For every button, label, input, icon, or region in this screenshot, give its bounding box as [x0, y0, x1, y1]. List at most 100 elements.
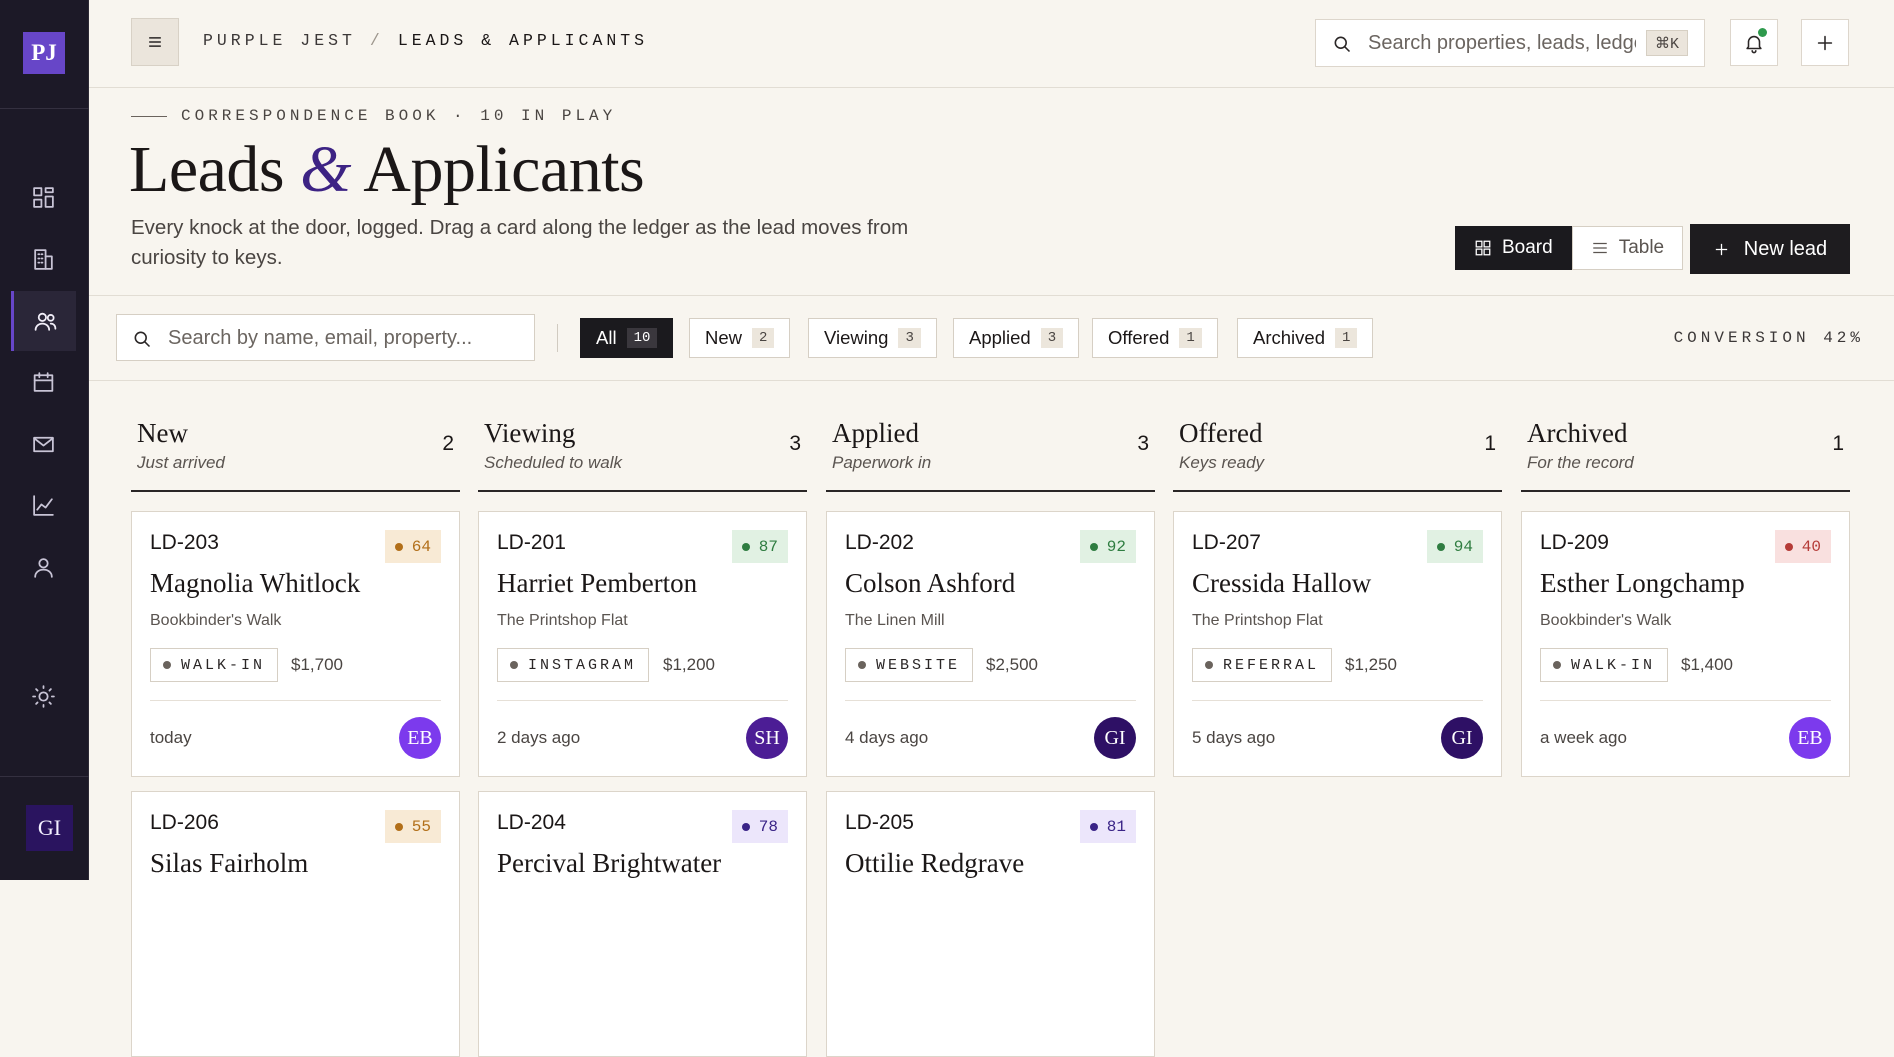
search-icon	[1334, 36, 1351, 53]
sidebar-item-leads[interactable]	[11, 291, 76, 351]
menu-button[interactable]	[131, 18, 179, 66]
lead-card[interactable]: LD-206 55 Silas Fairholm	[131, 791, 460, 1057]
sidebar-item-reports[interactable]	[11, 475, 76, 535]
grid-icon	[1475, 240, 1491, 256]
source-dot	[858, 661, 866, 669]
score-dot	[1089, 822, 1098, 831]
notifications-button[interactable]	[1730, 19, 1778, 66]
column-header: Offered Keys ready 1	[1173, 415, 1502, 492]
sidebar-item-profile[interactable]	[11, 537, 76, 597]
add-button[interactable]	[1801, 19, 1849, 66]
conversion-rate: CONVERSION 42%	[1673, 329, 1864, 347]
chip-count: 2	[752, 328, 775, 348]
sidebar-divider	[0, 108, 89, 109]
breadcrumb-org[interactable]: PURPLE JEST	[203, 31, 356, 50]
assignee-avatar[interactable]: SH	[746, 717, 788, 759]
lead-card[interactable]: LD-209 40 Esther Longchamp Bookbinder's …	[1521, 511, 1850, 777]
notification-dot	[1758, 28, 1767, 37]
eyebrow-text: CORRESPONDENCE BOOK · 10 IN PLAY	[181, 107, 617, 125]
dashboard-icon	[33, 186, 54, 208]
lead-score-badge: 78	[731, 810, 788, 843]
user-icon	[34, 557, 53, 578]
lead-search-placeholder: Search by name, email, property...	[168, 327, 473, 349]
score-value: 92	[1106, 537, 1126, 556]
column-subtitle: Just arrived	[137, 453, 225, 472]
sidebar-item-dashboard[interactable]	[11, 167, 76, 227]
column-subtitle: Scheduled to walk	[484, 453, 622, 472]
lead-score-badge: 94	[1426, 530, 1483, 563]
chip-label: Archived	[1253, 327, 1325, 348]
global-search[interactable]: Search properties, leads, ledgers ⌘K	[1315, 19, 1705, 67]
title-part-1: Leads	[129, 133, 285, 206]
lead-id: LD-205	[845, 811, 914, 834]
user-avatar[interactable]: GI	[26, 805, 73, 851]
new-lead-button[interactable]: New lead	[1690, 224, 1850, 274]
card-divider	[497, 700, 788, 701]
table-view-button[interactable]: Table	[1571, 226, 1684, 270]
score-value: 55	[411, 817, 431, 836]
view-toggle: Board Table	[1455, 226, 1684, 270]
column-title: Applied	[832, 418, 919, 448]
assignee-avatar[interactable]: EB	[399, 717, 441, 759]
lead-property: The Linen Mill	[845, 612, 945, 629]
lead-id: LD-203	[150, 531, 219, 554]
filter-chip-all[interactable]: All 10	[580, 318, 674, 358]
lead-id: LD-204	[497, 811, 566, 834]
eyebrow-rule	[131, 115, 167, 117]
source-label: REFERRAL	[1223, 656, 1320, 674]
lead-score-badge: 64	[384, 530, 441, 563]
column-count: 1	[1484, 432, 1496, 455]
lead-score-badge: 40	[1774, 530, 1831, 563]
lead-card[interactable]: LD-204 78 Percival Brightwater	[478, 791, 807, 1057]
sidebar-item-mail[interactable]	[11, 414, 76, 474]
lead-search-input[interactable]: Search by name, email, property...	[116, 314, 535, 361]
lead-card[interactable]: LD-201 87 Harriet Pemberton The Printsho…	[478, 511, 807, 777]
lead-price: $1,250	[1345, 655, 1397, 674]
lead-name: Harriet Pemberton	[497, 568, 698, 598]
board-view-label: Board	[1502, 237, 1553, 258]
filter-chip-archived[interactable]: Archived 1	[1237, 318, 1374, 358]
sidebar-item-properties[interactable]	[11, 229, 76, 289]
lead-card[interactable]: LD-202 92 Colson Ashford The Linen Mill …	[826, 511, 1155, 777]
sidebar-item-theme[interactable]	[11, 666, 76, 726]
table-view-label: Table	[1618, 237, 1665, 258]
lead-id: LD-206	[150, 811, 219, 834]
lead-card[interactable]: LD-203 64 Magnolia Whitlock Bookbinder's…	[131, 511, 460, 777]
lead-score-badge: 55	[384, 810, 441, 843]
column-title: New	[137, 418, 188, 448]
sidebar-item-calendar[interactable]	[11, 352, 76, 412]
list-icon	[1592, 242, 1607, 254]
column-header: Viewing Scheduled to walk 3	[478, 415, 807, 492]
filter-bar: Search by name, email, property... All 10…	[89, 295, 1894, 381]
lead-source-tag: INSTAGRAM	[497, 648, 650, 682]
score-dot	[741, 822, 750, 831]
lead-card[interactable]: LD-205 81 Ottilie Redgrave	[826, 791, 1155, 1057]
filter-chip-viewing[interactable]: Viewing 3	[808, 318, 937, 358]
source-label: WALK-IN	[1571, 656, 1656, 674]
lead-price: $1,400	[1681, 655, 1733, 674]
building-icon	[34, 248, 53, 270]
title-part-2: Applicants	[363, 133, 645, 206]
assignee-avatar[interactable]: EB	[1789, 717, 1831, 759]
assignee-avatar[interactable]: GI	[1441, 717, 1483, 759]
score-dot	[1089, 542, 1098, 551]
filter-chip-applied[interactable]: Applied 3	[953, 318, 1080, 358]
sidebar: PJ GI	[0, 0, 89, 880]
chip-label: Viewing	[824, 327, 889, 348]
score-dot	[394, 542, 403, 551]
sun-icon	[32, 684, 55, 708]
lead-card[interactable]: LD-207 94 Cressida Hallow The Printshop …	[1173, 511, 1502, 777]
lead-source-tag: WEBSITE	[845, 648, 974, 682]
column-offered: Offered Keys ready 1 LD-207 94 Cressida …	[1173, 415, 1502, 777]
app-logo[interactable]: PJ	[23, 32, 65, 74]
chip-label: New	[705, 327, 743, 348]
column-subtitle: Paperwork in	[832, 453, 932, 472]
lead-id: LD-207	[1192, 531, 1261, 554]
lead-score-badge: 92	[1079, 530, 1136, 563]
filter-chip-offered[interactable]: Offered 1	[1092, 318, 1218, 358]
assignee-avatar[interactable]: GI	[1094, 717, 1136, 759]
card-divider	[845, 700, 1136, 701]
board-view-button[interactable]: Board	[1455, 226, 1572, 270]
lead-source-tag: WALK-IN	[1540, 648, 1669, 682]
filter-chip-new[interactable]: New 2	[689, 318, 791, 358]
